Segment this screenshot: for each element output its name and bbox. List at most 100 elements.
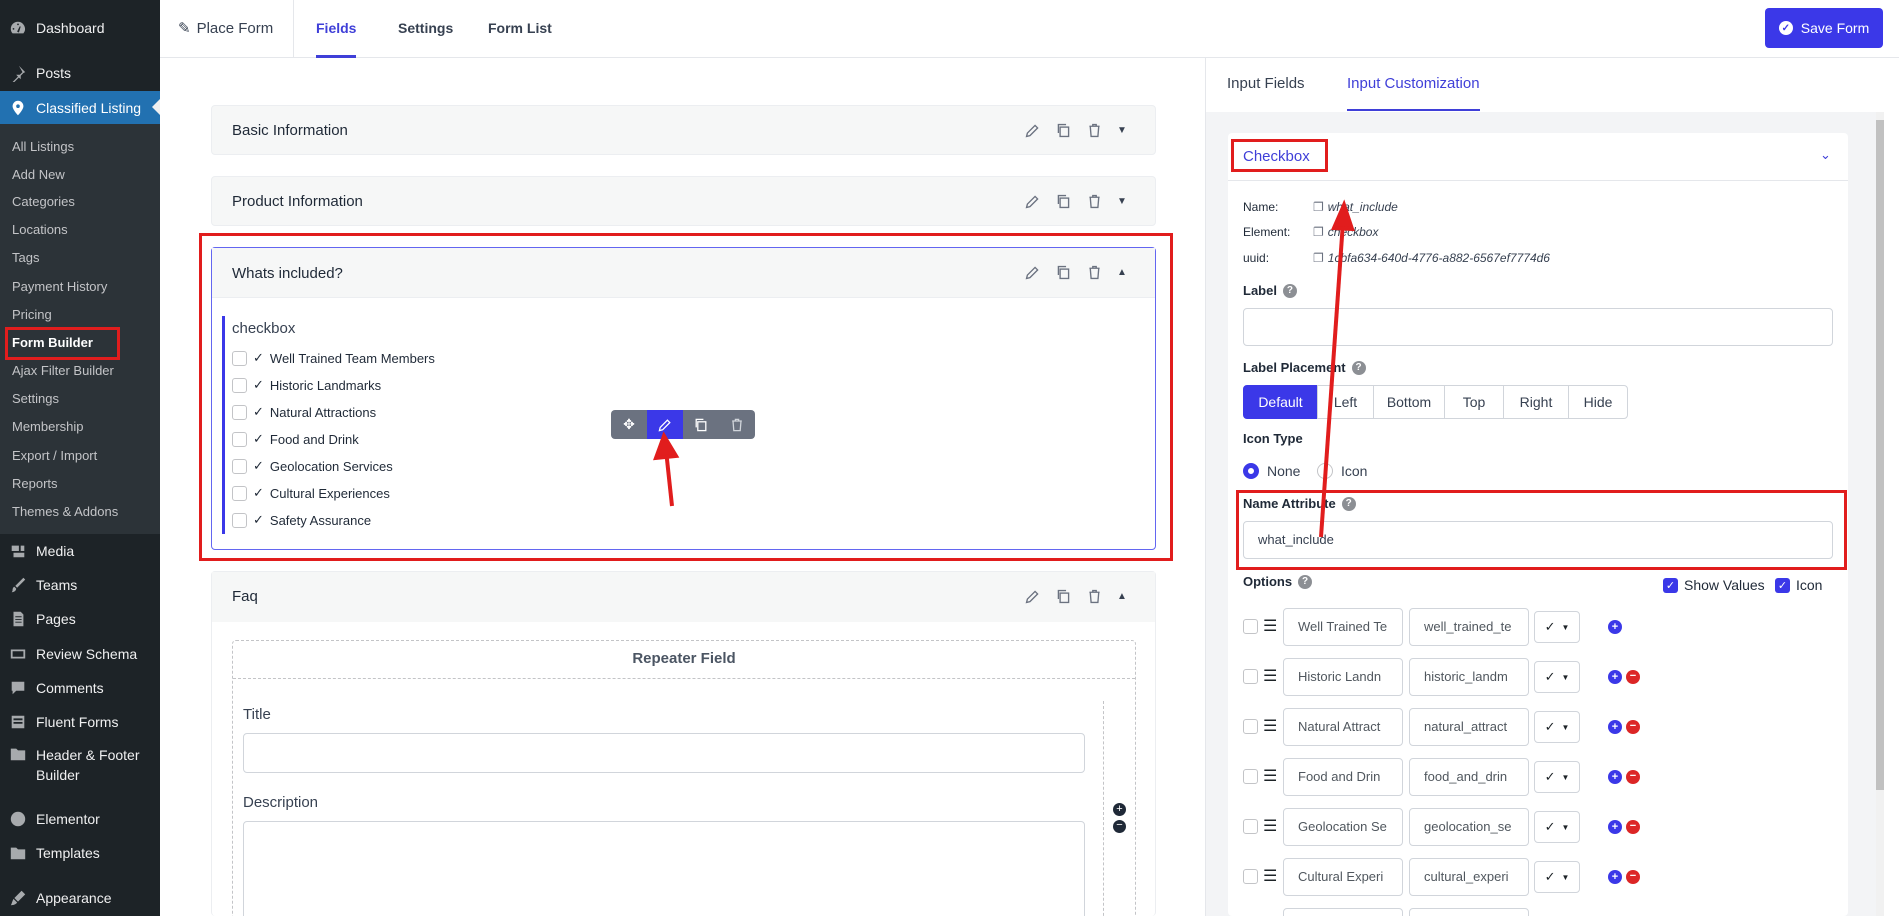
add-option-icon[interactable]: + <box>1608 670 1622 684</box>
menu-templates[interactable]: Templates <box>0 837 160 869</box>
radio-none[interactable] <box>1243 463 1259 479</box>
drag-handle-icon[interactable]: ☰ <box>1263 716 1277 736</box>
scrollbar-track[interactable] <box>1876 112 1884 916</box>
drag-handle-icon[interactable]: ☰ <box>1263 666 1277 686</box>
checkbox-checked[interactable]: ✓ <box>1775 577 1790 593</box>
remove-option-icon[interactable]: − <box>1626 870 1640 884</box>
option-value-input[interactable]: well_trained_te <box>1409 608 1529 646</box>
placement-default[interactable]: Default <box>1243 385 1318 419</box>
radio-icon[interactable] <box>1317 463 1333 479</box>
trash-icon[interactable] <box>1086 122 1103 139</box>
checkbox[interactable] <box>1243 669 1258 684</box>
menu-pages[interactable]: Pages <box>0 603 160 635</box>
checkbox[interactable] <box>1243 769 1258 784</box>
menu-teams[interactable]: Teams <box>0 569 160 601</box>
add-option-icon[interactable]: + <box>1608 620 1622 634</box>
repeater-title-input[interactable] <box>243 733 1085 773</box>
placement-right[interactable]: Right <box>1503 385 1569 419</box>
option-value-input[interactable]: food_and_drin <box>1409 758 1529 796</box>
tab-settings[interactable]: Settings <box>398 0 453 58</box>
icon-select[interactable]: ✓ ▼ <box>1534 761 1580 793</box>
add-row-icon[interactable]: + <box>1113 803 1126 816</box>
help-icon[interactable]: ? <box>1282 283 1297 298</box>
icon-select[interactable]: ✓ ▼ <box>1534 611 1580 643</box>
menu-comments[interactable]: Comments <box>0 672 160 704</box>
option-row[interactable]: ☰ Food and Drin food_and_drin ✓ ▼ + − <box>1243 758 1663 796</box>
add-option-icon[interactable]: + <box>1608 720 1622 734</box>
meta-element-value[interactable]: ❐ checkbox <box>1313 225 1378 239</box>
remove-option-icon[interactable]: − <box>1626 670 1640 684</box>
edit-icon[interactable] <box>1024 193 1041 210</box>
remove-option-icon[interactable]: − <box>1626 770 1640 784</box>
menu-media[interactable]: Media <box>0 535 160 567</box>
option-label-input[interactable]: Geolocation Se <box>1283 808 1403 846</box>
remove-option-icon[interactable]: − <box>1626 720 1640 734</box>
option-value-input[interactable]: cultural_experi <box>1409 858 1529 896</box>
repeater-field[interactable]: Repeater Field Title Description + − <box>232 640 1136 916</box>
menu-classified-listing[interactable]: Classified Listing <box>0 91 160 124</box>
menu-header-footer-builder[interactable]: Header & Footer Builder <box>0 745 160 785</box>
menu-dashboard[interactable]: Dashboard <box>0 12 160 44</box>
option-label-input[interactable] <box>1283 908 1403 916</box>
menu-fluent-forms[interactable]: Fluent Forms <box>0 706 160 738</box>
help-icon[interactable]: ? <box>1351 360 1366 375</box>
menu-appearance[interactable]: Appearance <box>0 882 160 914</box>
icon-select[interactable]: ✓ ▼ <box>1534 811 1580 843</box>
icon-select[interactable]: ✓ ▼ <box>1534 711 1580 743</box>
icon-select[interactable]: ✓ ▼ <box>1534 861 1580 893</box>
option-value-input[interactable]: historic_landm <box>1409 658 1529 696</box>
chevron-down-icon[interactable]: ⌄ <box>1820 147 1831 163</box>
submenu-item-settings[interactable]: Settings <box>12 389 59 409</box>
submenu-item-locations[interactable]: Locations <box>12 220 68 240</box>
checkbox[interactable] <box>1243 619 1258 634</box>
drag-handle-icon[interactable]: ☰ <box>1263 866 1277 886</box>
option-label-input[interactable]: Cultural Experi <box>1283 858 1403 896</box>
placement-bottom[interactable]: Bottom <box>1373 385 1445 419</box>
label-input[interactable] <box>1243 308 1833 346</box>
remove-option-icon[interactable]: − <box>1626 820 1640 834</box>
copy-icon[interactable] <box>1055 588 1072 605</box>
tab-input-customization[interactable]: Input Customization <box>1347 58 1480 111</box>
checkbox[interactable] <box>1243 819 1258 834</box>
save-form-button[interactable]: ✓ Save Form <box>1765 8 1883 48</box>
submenu-item-themes-addons[interactable]: Themes & Addons <box>12 502 118 522</box>
add-option-icon[interactable]: + <box>1608 820 1622 834</box>
submenu-item-payment-history[interactable]: Payment History <box>12 277 107 297</box>
show-values-toggle[interactable]: ✓ Show Values <box>1663 577 1765 593</box>
menu-review-schema[interactable]: Review Schema <box>0 638 160 670</box>
submenu-item-export-import[interactable]: Export / Import <box>12 446 97 466</box>
tab-fields[interactable]: Fields <box>316 0 357 58</box>
submenu-item-reports[interactable]: Reports <box>12 474 58 494</box>
option-label-input[interactable]: Historic Landn <box>1283 658 1403 696</box>
menu-elementor[interactable]: Elementor <box>0 803 160 835</box>
option-row[interactable]: ☰ Historic Landn historic_landm ✓ ▼ + − <box>1243 658 1663 696</box>
section-basic-information[interactable]: Basic Information ▼ <box>211 105 1156 155</box>
tab-input-fields[interactable]: Input Fields <box>1227 58 1305 111</box>
drag-handle-icon[interactable]: ☰ <box>1263 816 1277 836</box>
submenu-item-all-listings[interactable]: All Listings <box>12 137 74 157</box>
repeater-description-input[interactable] <box>243 821 1085 916</box>
placement-top[interactable]: Top <box>1444 385 1504 419</box>
submenu-item-pricing[interactable]: Pricing <box>12 305 52 325</box>
scrollbar-thumb[interactable] <box>1876 120 1884 790</box>
menu-posts[interactable]: Posts <box>0 57 160 89</box>
copy-icon[interactable] <box>1055 193 1072 210</box>
edit-icon[interactable] <box>1024 588 1041 605</box>
copy-icon[interactable] <box>1055 122 1072 139</box>
checkbox[interactable] <box>1243 869 1258 884</box>
edit-icon[interactable] <box>1024 122 1041 139</box>
option-label-input[interactable]: Well Trained Te <box>1283 608 1403 646</box>
add-option-icon[interactable]: + <box>1608 770 1622 784</box>
icon-type-icon[interactable]: Icon <box>1317 463 1367 479</box>
placement-hide[interactable]: Hide <box>1568 385 1628 419</box>
help-icon[interactable]: ? <box>1298 574 1313 589</box>
option-label-input[interactable]: Food and Drin <box>1283 758 1403 796</box>
trash-icon[interactable] <box>1086 193 1103 210</box>
meta-name-value[interactable]: ❐ what_include <box>1313 200 1398 214</box>
section-faq[interactable]: Faq ▲ Repeater Field Title Description +… <box>211 571 1156 916</box>
checkbox[interactable] <box>1243 719 1258 734</box>
caret-up-icon[interactable]: ▲ <box>1117 591 1127 602</box>
drag-handle-icon[interactable]: ☰ <box>1263 766 1277 786</box>
option-label-input[interactable]: Natural Attract <box>1283 708 1403 746</box>
submenu-item-categories[interactable]: Categories <box>12 192 75 212</box>
